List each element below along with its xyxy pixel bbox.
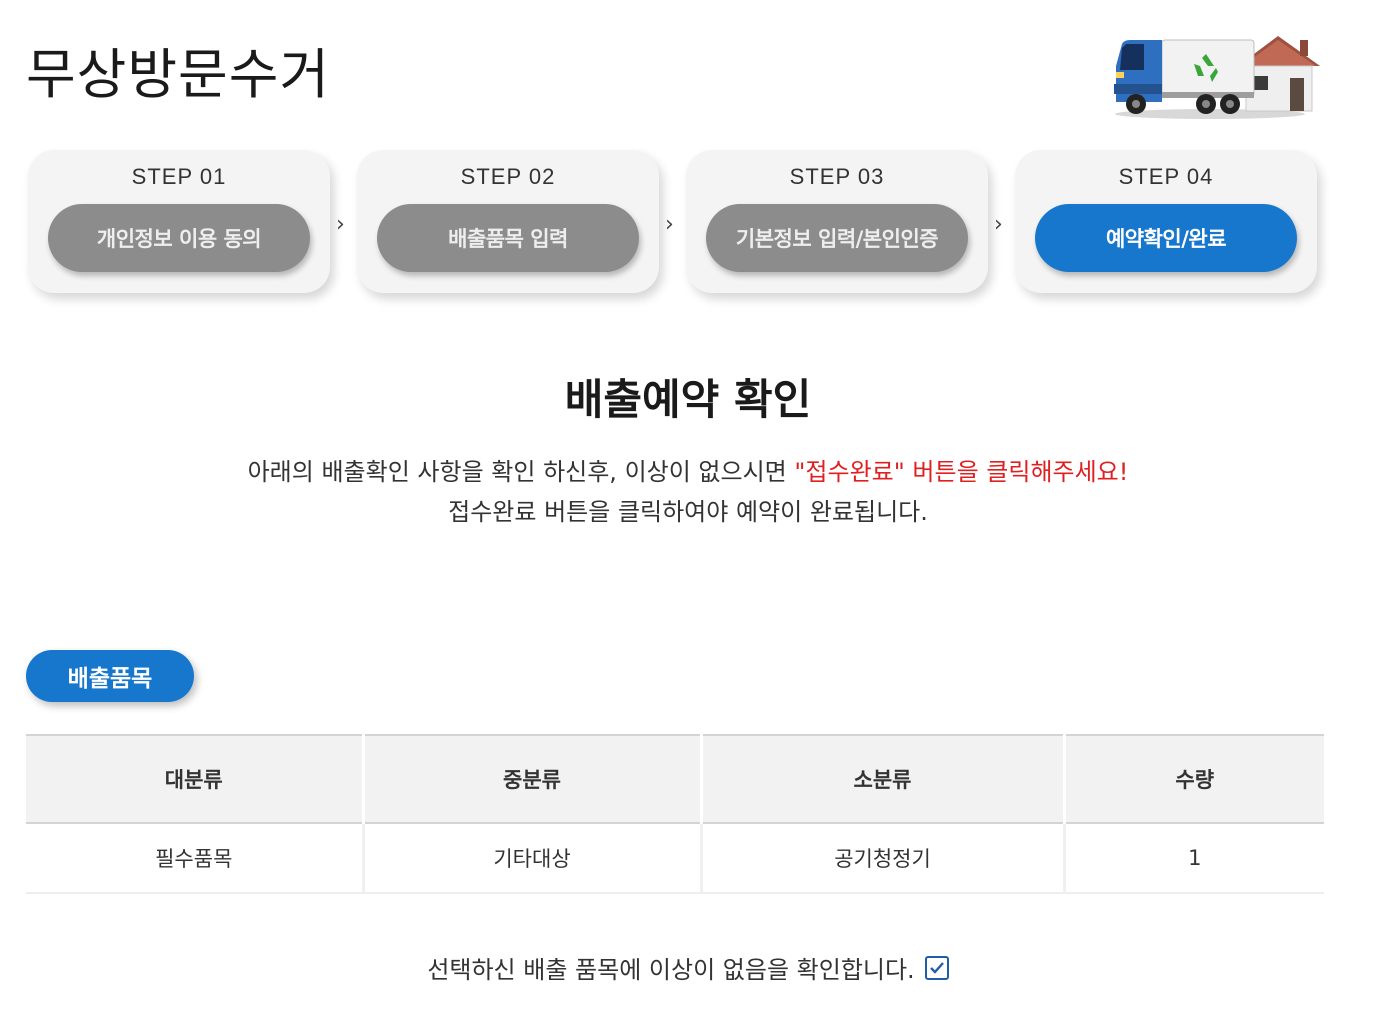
agree-row: 선택하신 배출 품목에 이상이 없음을 확인합니다. (0, 950, 1376, 985)
step-button-item-input[interactable]: 배출품목 입력 (377, 204, 639, 272)
step-label: STEP 01 (131, 164, 227, 189)
column-header-quantity: 수량 (1064, 734, 1324, 824)
confirm-description-highlight: "접수완료" 버튼을 클릭해주세요! (794, 458, 1129, 486)
table-header-row: 대분류 중분류 소분류 수량 (26, 734, 1324, 824)
column-header-middle-category: 중분류 (363, 734, 703, 824)
step-label: STEP 04 (1118, 164, 1214, 189)
chevron-right-icon: › (336, 212, 345, 237)
confirm-title: 배출예약 확인 (564, 375, 812, 424)
checkmark-icon (929, 961, 944, 974)
chevron-right-icon: › (665, 212, 674, 237)
cell-major-category: 필수품목 (26, 823, 365, 894)
cell-minor-category: 공기청정기 (701, 823, 1066, 894)
table-row: 필수품목 기타대상 공기청정기 1 (26, 823, 1324, 894)
column-header-minor-category: 소분류 (701, 734, 1066, 824)
step-button-info-verification[interactable]: 기본정보 입력/본인인증 (706, 204, 968, 272)
confirm-description-line-1: 아래의 배출확인 사항을 확인 하신후, 이상이 없으시면 "접수완료" 버튼을… (0, 452, 1376, 492)
page-title: 무상방문수거 (26, 43, 331, 106)
step-button-consent[interactable]: 개인정보 이용 동의 (48, 204, 310, 272)
column-header-major-category: 대분류 (26, 734, 365, 824)
confirm-description-line-2: 접수완료 버튼을 클릭하여야 예약이 완료됩니다. (448, 498, 928, 526)
agree-checkbox[interactable] (924, 955, 949, 980)
step-card-1: STEP 01 개인정보 이용 동의 (28, 150, 330, 293)
cell-middle-category: 기타대상 (363, 823, 703, 894)
confirm-description-text: 아래의 배출확인 사항을 확인 하신후, 이상이 없으시면 (247, 458, 795, 486)
items-table: 대분류 중분류 소분류 수량 필수품목 기타대상 공기청정기 1 (26, 734, 1324, 894)
confirm-description: 아래의 배출확인 사항을 확인 하신후, 이상이 없으시면 "접수완료" 버튼을… (0, 452, 1376, 532)
step-label: STEP 03 (789, 164, 885, 189)
step-card-3: STEP 03 기본정보 입력/본인인증 (686, 150, 988, 293)
step-button-confirm-complete[interactable]: 예약확인/완료 (1035, 204, 1297, 272)
cell-quantity: 1 (1064, 823, 1324, 894)
step-card-2: STEP 02 배출품목 입력 (357, 150, 659, 293)
truck-house-illustration (1110, 26, 1325, 126)
step-card-4: STEP 04 예약확인/완료 (1015, 150, 1317, 293)
chevron-right-icon: › (994, 212, 1003, 237)
step-label: STEP 02 (460, 164, 556, 189)
step-progress: STEP 01 개인정보 이용 동의 › STEP 02 배출품목 입력 › S… (28, 150, 1328, 295)
agree-text: 선택하신 배출 품목에 이상이 없음을 확인합니다. (427, 956, 915, 984)
section-label-items: 배출품목 (26, 650, 194, 702)
